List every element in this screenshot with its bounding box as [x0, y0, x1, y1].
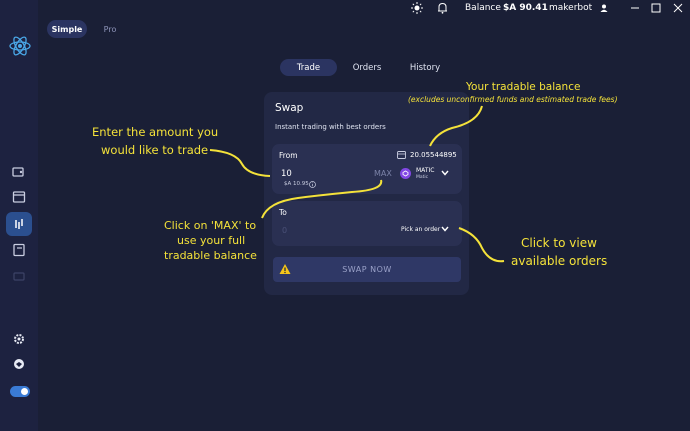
sun-icon[interactable]: [411, 2, 423, 14]
annotation-enter-amount-1: Enter the amount you: [92, 125, 219, 139]
bell-icon[interactable]: [437, 2, 448, 14]
tab-orders[interactable]: Orders: [345, 59, 389, 76]
to-amount-input[interactable]: 0: [282, 226, 287, 235]
maximize-icon[interactable]: [651, 3, 661, 13]
pick-order-button[interactable]: Pick an order: [401, 226, 440, 233]
wallet-icon: [12, 167, 24, 177]
annotation-enter-amount-2: would like to trade: [101, 143, 209, 157]
minimize-icon[interactable]: [630, 3, 640, 13]
sidebar-item-settings[interactable]: [10, 331, 28, 347]
gear-icon: [14, 334, 24, 344]
matic-coin-icon: [400, 168, 411, 179]
dex-icon: [12, 191, 26, 203]
tab-simple[interactable]: Simple: [47, 20, 87, 38]
chart-bars-icon: [15, 219, 23, 229]
annotation-max-2: use your full: [177, 234, 246, 247]
sidebar-item-trade[interactable]: [6, 212, 32, 236]
max-button[interactable]: MAX: [374, 169, 392, 178]
coin-ticker[interactable]: MATIC: [416, 167, 434, 174]
tab-history[interactable]: History: [400, 59, 450, 76]
wallet-icon: [397, 151, 406, 159]
coin-name: Matic: [416, 175, 429, 180]
sidebar-item-wallet[interactable]: [10, 164, 28, 180]
sidebar-item-disabled: [10, 268, 28, 284]
tab-trade[interactable]: Trade: [280, 59, 337, 76]
from-label: From: [279, 151, 298, 160]
from-balance[interactable]: 20.05544895: [410, 151, 457, 159]
chevron-down-icon[interactable]: [441, 170, 449, 176]
from-amount-input[interactable]: 10: [281, 169, 292, 179]
annotation-tradable-balance-note: (excludes unconfirmed funds and estimate…: [408, 95, 618, 104]
close-icon[interactable]: [673, 3, 683, 13]
info-icon[interactable]: [309, 181, 316, 188]
annotation-orders-1: Click to view: [521, 236, 597, 250]
annotation-max-3: tradable balance: [164, 249, 257, 262]
balance-value: $A 90.41: [503, 3, 548, 13]
to-label: To: [279, 208, 287, 217]
to-panel: [272, 201, 462, 246]
support-icon: [14, 359, 24, 369]
annotation-tradable-balance: Your tradable balance: [466, 81, 581, 93]
username[interactable]: makerbot: [549, 3, 592, 13]
sidebar-item-addressbook[interactable]: [10, 242, 28, 258]
from-fiat-value: $A 10.95: [284, 181, 309, 187]
chevron-down-icon[interactable]: [441, 226, 449, 232]
user-icon: [600, 4, 608, 12]
swap-now-button[interactable]: SWAP NOW: [273, 257, 461, 282]
balance-label: Balance: [465, 3, 501, 13]
addressbook-icon: [13, 243, 25, 257]
theme-toggle[interactable]: [10, 386, 30, 397]
folder-icon: [13, 272, 25, 281]
annotation-max-1: Click on 'MAX' to: [164, 219, 257, 232]
warning-icon: [279, 264, 291, 274]
tab-pro[interactable]: Pro: [95, 20, 125, 38]
sidebar: [0, 0, 38, 431]
sidebar-item-dex[interactable]: [10, 189, 28, 205]
swap-subtitle: Instant trading with best orders: [275, 123, 386, 131]
atom-logo-icon: [9, 36, 31, 56]
swap-title: Swap: [275, 102, 304, 114]
sidebar-item-support[interactable]: [10, 356, 28, 372]
annotation-orders-2: available orders: [511, 254, 608, 268]
arrow-enter-amount: [209, 149, 271, 177]
